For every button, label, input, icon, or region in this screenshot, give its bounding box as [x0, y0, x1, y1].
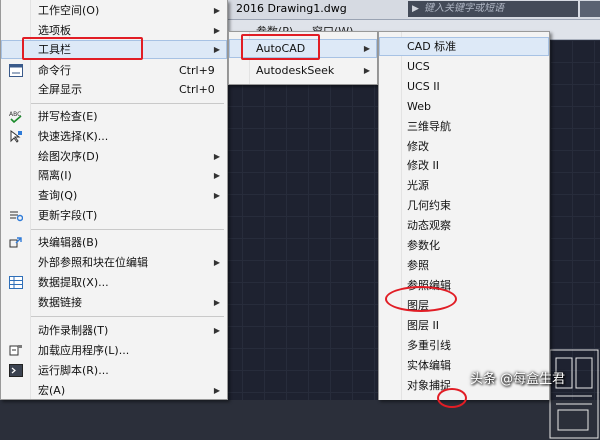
toolbar-ucs-ii[interactable]: UCS II	[379, 77, 549, 96]
menu-load-application[interactable]: 加载应用程序(L)...	[1, 341, 227, 360]
data-extraction-icon	[9, 276, 23, 289]
submenu-arrow-icon: ▶	[363, 66, 370, 75]
annotation-box-toolbars	[22, 37, 143, 60]
toolbar-layers-ii[interactable]: 图层 II	[379, 316, 549, 335]
menu-macros[interactable]: 宏(A) ▶	[1, 381, 227, 400]
submenu-arrow-icon: ▶	[213, 152, 220, 161]
block-editor-icon	[9, 237, 22, 248]
submenu-arrow-icon: ▶	[213, 326, 220, 335]
menu-isolate[interactable]: 隔离(I) ▶	[1, 166, 227, 185]
load-app-icon	[9, 345, 22, 356]
toolbar-geometric-constraint[interactable]: 几何约束	[379, 196, 549, 215]
toolbar-ucs[interactable]: UCS	[379, 57, 549, 76]
toolbar-multileader[interactable]: 多重引线	[379, 336, 549, 355]
menu-command-line[interactable]: 命令行 Ctrl+9	[1, 61, 227, 80]
menu-inquiry[interactable]: 查询(Q) ▶	[1, 186, 227, 205]
toolbar-modify-ii[interactable]: 修改 II	[379, 156, 549, 175]
menu-spell-check[interactable]: ABC 拼写检查(E)	[1, 107, 227, 126]
update-field-icon	[10, 211, 23, 222]
annotation-box-autocad	[241, 34, 320, 60]
menu-draw-order[interactable]: 绘图次序(D) ▶	[1, 147, 227, 166]
menu-quick-select[interactable]: 快速选择(K)...	[1, 127, 227, 146]
command-line-icon	[9, 64, 23, 77]
run-script-icon	[9, 364, 23, 377]
submenu-arrow-icon: ▶	[363, 44, 370, 53]
submenu-arrow-icon: ▶	[213, 298, 220, 307]
submenu-arrow-icon: ▶	[213, 191, 220, 200]
toolbar-web[interactable]: Web	[379, 97, 549, 116]
autocad-toolbars-list: CAD 标准 UCS UCS II Web 三维导航 修改 修改 II 光源 几…	[378, 31, 550, 400]
toolbar-cad-standards[interactable]: CAD 标准	[379, 37, 549, 56]
toolbar-parametric[interactable]: 参数化	[379, 236, 549, 255]
annotation-oval-layers	[385, 286, 457, 312]
submenu-arrow-icon: ▶	[213, 45, 220, 54]
submenu-arrow-icon: ▶	[213, 386, 220, 395]
window-title: 2016 Drawing1.dwg	[236, 2, 347, 15]
submenu-arrow-icon: ▶	[213, 171, 220, 180]
menu-fullscreen[interactable]: 全屏显示 Ctrl+0	[1, 80, 227, 99]
submenu-arrow-icon: ▶	[213, 258, 220, 267]
search-placeholder: 键入关键字或短语	[424, 3, 504, 14]
menu-data-extraction[interactable]: 数据提取(X)...	[1, 273, 227, 292]
menu-block-editor[interactable]: 块编辑器(B)	[1, 233, 227, 252]
submenu-autodeskseek[interactable]: AutodeskSeek ▶	[229, 61, 377, 80]
watermark: 头条 @每盒生君	[470, 372, 566, 387]
search-arrow-icon: ▶	[412, 4, 419, 14]
toolbar-3d-navigation[interactable]: 三维导航	[379, 117, 549, 136]
toolbar-orbit[interactable]: 动态观察	[379, 216, 549, 235]
menu-xref-edit[interactable]: 外部参照和块在位编辑 ▶	[1, 253, 227, 272]
annotation-oval-partial	[437, 388, 467, 408]
toolbar-modify[interactable]: 修改	[379, 137, 549, 156]
menu-workspace[interactable]: 工作空间(O) ▶	[1, 1, 227, 20]
menu-action-recorder[interactable]: 动作录制器(T) ▶	[1, 321, 227, 340]
toolbar-reference[interactable]: 参照	[379, 256, 549, 275]
search-input[interactable]: ▶ 键入关键字或短语	[408, 1, 578, 17]
menu-run-script[interactable]: 运行脚本(R)...	[1, 361, 227, 380]
toolbar-lights[interactable]: 光源	[379, 176, 549, 195]
spell-check-icon: ABC	[9, 111, 22, 123]
account-icon[interactable]	[580, 1, 600, 17]
quick-select-icon	[10, 130, 22, 143]
tools-menu: 工作空间(O) ▶ 选项板 ▶ 工具栏 ▶ 命令行 Ctrl+9 全屏显示 Ctrl+0 …	[0, 0, 228, 400]
menu-data-links[interactable]: 数据链接 ▶	[1, 293, 227, 312]
menu-update-fields[interactable]: 更新字段(T)	[1, 206, 227, 225]
submenu-arrow-icon: ▶	[213, 26, 220, 35]
submenu-arrow-icon: ▶	[213, 6, 220, 15]
cad-drawing-sketch	[549, 349, 599, 439]
